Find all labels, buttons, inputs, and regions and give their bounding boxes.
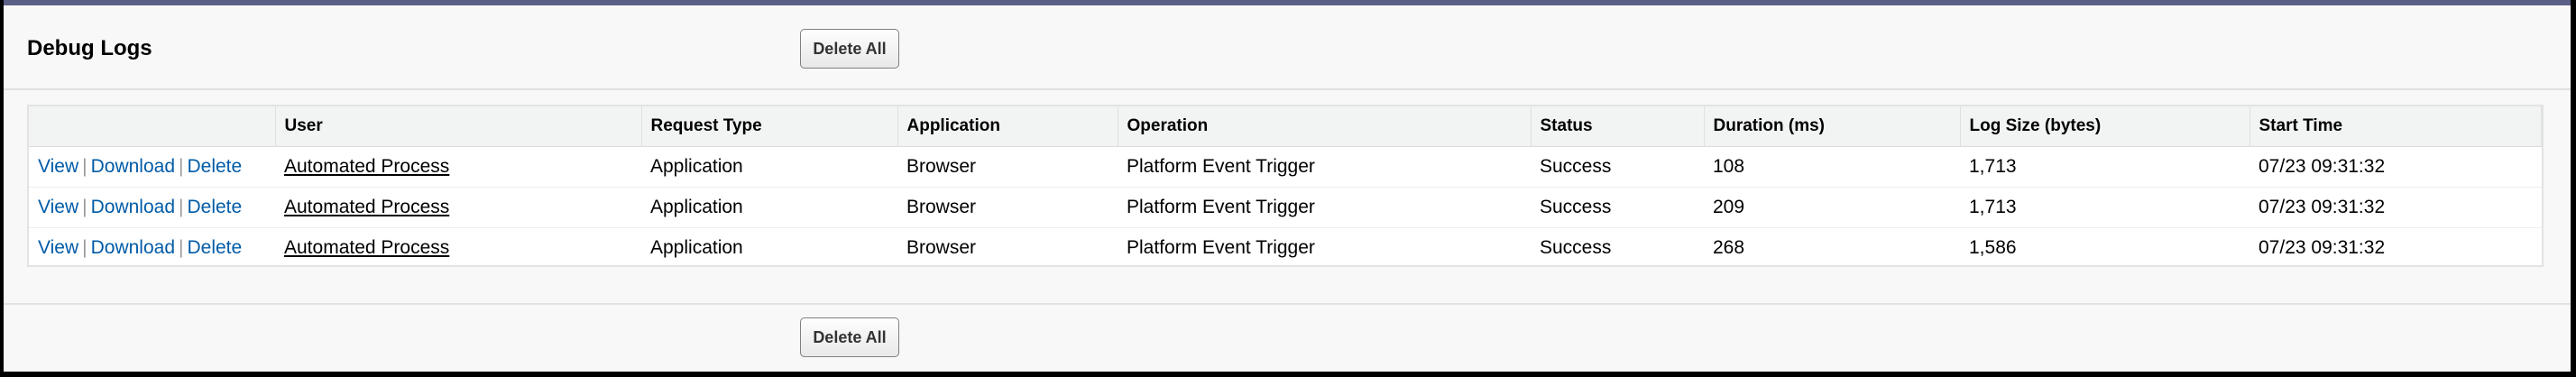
column-header-application: Application bbox=[897, 106, 1118, 147]
cell-application: Browser bbox=[897, 146, 1118, 188]
cell-operation: Platform Event Trigger bbox=[1118, 146, 1531, 188]
column-header-request-type: Request Type bbox=[641, 106, 898, 147]
table-row: View | Download | Delete Automated Process A… bbox=[29, 227, 2542, 268]
debug-logs-table: User Request Type Application Operation … bbox=[27, 105, 2544, 267]
cell-user: Automated Process bbox=[275, 146, 641, 188]
table-header-row: User Request Type Application Operation … bbox=[29, 106, 2542, 147]
download-link[interactable]: Download bbox=[91, 197, 175, 217]
action-separator: | bbox=[179, 196, 184, 217]
view-link[interactable]: View bbox=[38, 237, 78, 258]
row-actions: View | Download | Delete bbox=[29, 227, 275, 268]
column-header-log-size: Log Size (bytes) bbox=[1960, 106, 2250, 147]
action-separator: | bbox=[82, 196, 87, 217]
page-title: Debug Logs bbox=[27, 36, 152, 60]
footer-divider bbox=[4, 303, 2571, 305]
cell-duration: 209 bbox=[1704, 187, 1960, 228]
cell-log-size: 1,713 bbox=[1960, 187, 2249, 228]
user-link[interactable]: Automated Process bbox=[284, 237, 449, 258]
user-link[interactable]: Automated Process bbox=[284, 197, 449, 217]
cell-user: Automated Process bbox=[275, 187, 641, 228]
cell-request-type: Application bbox=[641, 146, 897, 188]
cell-status: Success bbox=[1531, 146, 1704, 188]
cell-start-time: 07/23 09:31:32 bbox=[2259, 236, 2386, 258]
cell-log-size: 1,713 bbox=[1960, 146, 2249, 188]
action-separator: | bbox=[82, 236, 87, 258]
cell-operation: Platform Event Trigger bbox=[1118, 187, 1531, 228]
column-header-start-time: Start Time bbox=[2249, 106, 2542, 147]
download-link[interactable]: Download bbox=[91, 237, 175, 258]
table-row: View | Download | Delete Automated Process A… bbox=[29, 146, 2542, 188]
delete-link[interactable]: Delete bbox=[187, 197, 242, 217]
cell-request-type: Application bbox=[650, 236, 743, 258]
cell-log-size: 1,586 bbox=[1969, 236, 2017, 258]
column-header-operation: Operation bbox=[1118, 106, 1532, 147]
action-separator: | bbox=[179, 236, 184, 258]
delete-all-button-top[interactable]: Delete All bbox=[800, 29, 899, 69]
row-actions: View | Download | Delete bbox=[29, 187, 275, 228]
action-separator: | bbox=[82, 155, 87, 177]
cell-request-type: Application bbox=[641, 187, 897, 228]
debug-logs-panel: Debug Logs Delete All User Request Type … bbox=[4, 0, 2571, 372]
action-separator: | bbox=[179, 155, 184, 177]
view-link[interactable]: View bbox=[38, 197, 78, 217]
view-link[interactable]: View bbox=[38, 156, 78, 177]
panel-header: Debug Logs Delete All bbox=[4, 5, 2571, 90]
download-link[interactable]: Download bbox=[91, 156, 175, 177]
cell-status: Success bbox=[1531, 187, 1704, 228]
cell-application: Browser bbox=[897, 187, 1118, 228]
delete-link[interactable]: Delete bbox=[187, 237, 242, 258]
column-header-user: User bbox=[275, 106, 642, 147]
cell-duration: 268 bbox=[1713, 236, 1745, 258]
cell-status: Success bbox=[1540, 236, 1612, 258]
delete-link[interactable]: Delete bbox=[187, 156, 242, 177]
user-link[interactable]: Automated Process bbox=[284, 156, 449, 177]
cell-user: Automated Process bbox=[275, 227, 641, 268]
table-row: View | Download | Delete Automated Process A… bbox=[29, 187, 2542, 228]
row-actions: View | Download | Delete bbox=[29, 146, 275, 188]
column-header-actions bbox=[29, 106, 276, 147]
cell-application: Browser bbox=[906, 236, 977, 258]
column-header-status: Status bbox=[1531, 106, 1705, 147]
cell-start-time: 07/23 09:31:32 bbox=[2249, 146, 2542, 188]
delete-all-button-bottom[interactable]: Delete All bbox=[800, 317, 899, 357]
cell-duration: 108 bbox=[1704, 146, 1960, 188]
cell-start-time: 07/23 09:31:32 bbox=[2249, 187, 2542, 228]
column-header-duration: Duration (ms) bbox=[1704, 106, 1961, 147]
cell-operation: Platform Event Trigger bbox=[1127, 236, 1315, 258]
